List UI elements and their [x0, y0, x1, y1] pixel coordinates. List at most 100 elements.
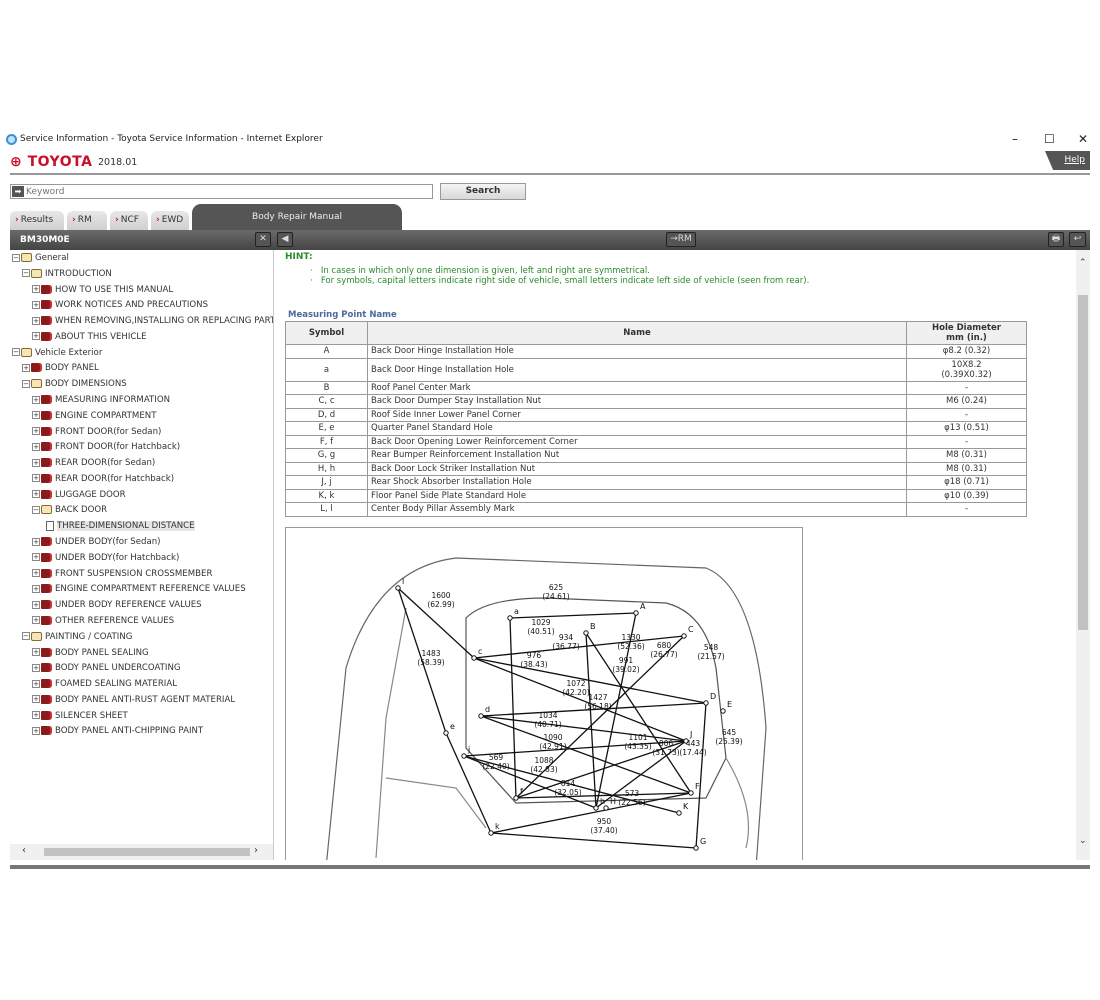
collapse-icon[interactable]: −	[12, 253, 20, 262]
to-rm-button[interactable]: →RM	[666, 232, 696, 247]
tree-item[interactable]: + MEASURING INFORMATION	[32, 393, 170, 408]
tree-item[interactable]: + LUGGAGE DOOR	[32, 488, 126, 503]
scroll-left-icon[interactable]: ‹	[22, 845, 26, 856]
book-closed-icon	[41, 584, 52, 594]
close-panel-button[interactable]: ✕	[255, 232, 271, 247]
tree-item[interactable]: + OTHER REFERENCE VALUES	[32, 614, 174, 629]
symbol-cell: E, e	[285, 421, 368, 436]
tree-item[interactable]: + UNDER BODY REFERENCE VALUES	[32, 598, 202, 613]
expand-icon[interactable]: +	[32, 427, 40, 436]
expand-icon[interactable]: +	[32, 458, 40, 467]
tree-item[interactable]: + REAR DOOR(for Sedan)	[32, 456, 155, 471]
expand-icon[interactable]: +	[32, 285, 40, 294]
content-vertical-scrollbar[interactable]: ⌃ ⌄	[1076, 250, 1090, 860]
expand-icon[interactable]: +	[32, 490, 40, 499]
expand-icon[interactable]: +	[32, 332, 40, 341]
tree-item[interactable]: + BODY PANEL UNDERCOATING	[32, 661, 181, 676]
expand-icon[interactable]: +	[32, 600, 40, 609]
tree-item[interactable]: THREE-DIMENSIONAL DISTANCE	[42, 519, 195, 534]
book-open-icon	[31, 631, 42, 641]
expand-icon[interactable]: +	[32, 553, 40, 562]
expand-icon[interactable]: +	[32, 411, 40, 420]
expand-icon[interactable]: +	[32, 695, 40, 704]
print-button[interactable]: 🖶	[1048, 232, 1064, 247]
tree-item[interactable]: + SILENCER SHEET	[32, 709, 128, 724]
scrollbar-thumb[interactable]	[1078, 295, 1088, 630]
minimize-button[interactable]: –	[1012, 132, 1018, 146]
keyword-search-field[interactable]: ➡	[10, 184, 433, 199]
tree-item[interactable]: + FOAMED SEALING MATERIAL	[32, 677, 177, 692]
maximize-button[interactable]: ☐	[1044, 132, 1055, 146]
collapse-icon[interactable]: −	[32, 505, 40, 514]
expand-icon[interactable]: +	[32, 316, 40, 325]
scroll-down-icon[interactable]: ⌄	[1079, 836, 1087, 846]
tree-item[interactable]: − BACK DOOR	[32, 503, 107, 518]
tree-item[interactable]: − General	[12, 251, 69, 266]
expand-icon[interactable]: +	[22, 363, 30, 372]
tab-results[interactable]: › Results	[10, 211, 64, 230]
tree-horizontal-scrollbar[interactable]: ‹ ›	[10, 844, 273, 860]
tree-item[interactable]: + ENGINE COMPARTMENT	[32, 409, 156, 424]
pane-splitter[interactable]	[273, 250, 279, 860]
tree-item[interactable]: + BODY PANEL SEALING	[32, 646, 149, 661]
scroll-up-icon[interactable]: ⌃	[1079, 258, 1087, 268]
tree-item-label: SILENCER SHEET	[55, 710, 128, 721]
chevron-right-icon: ›	[15, 215, 19, 225]
tree-item[interactable]: + ABOUT THIS VEHICLE	[32, 330, 147, 345]
close-window-button[interactable]: ✕	[1078, 132, 1088, 146]
expand-icon[interactable]: +	[32, 616, 40, 625]
tree-item[interactable]: + BODY PANEL	[22, 361, 99, 376]
tab-ewd[interactable]: › EWD	[151, 211, 189, 230]
book-closed-icon	[41, 458, 52, 468]
collapse-panel-button[interactable]: ◀	[277, 232, 293, 247]
scroll-right-icon[interactable]: ›	[254, 845, 258, 856]
expand-icon[interactable]: +	[32, 569, 40, 578]
expand-icon[interactable]: +	[32, 679, 40, 688]
tab-ncf[interactable]: › NCF	[110, 211, 148, 230]
collapse-icon[interactable]: −	[22, 379, 30, 388]
table-row: G, g Rear Bumper Reinforcement Installati…	[285, 448, 1027, 463]
expand-icon[interactable]: +	[32, 726, 40, 735]
tree-item[interactable]: + BODY PANEL ANTI-CHIPPING PAINT	[32, 724, 203, 739]
expand-icon[interactable]: +	[32, 663, 40, 672]
tree-item[interactable]: + UNDER BODY(for Sedan)	[32, 535, 161, 550]
expand-icon[interactable]: +	[32, 395, 40, 404]
return-button[interactable]: ↩	[1069, 232, 1086, 247]
book-closed-icon	[41, 473, 52, 483]
help-link[interactable]: Help	[1045, 151, 1090, 170]
collapse-icon[interactable]: −	[12, 348, 20, 357]
tree-item[interactable]: − BODY DIMENSIONS	[22, 377, 127, 392]
hole-diameter-cell: -	[906, 407, 1027, 422]
tree-item[interactable]: + WORK NOTICES AND PRECAUTIONS	[32, 298, 208, 313]
search-button[interactable]: Search	[440, 183, 526, 200]
expand-icon[interactable]: +	[32, 711, 40, 720]
tree-item[interactable]: + BODY PANEL ANTI-RUST AGENT MATERIAL	[32, 693, 235, 708]
tree-item[interactable]: + FRONT DOOR(for Sedan)	[32, 425, 161, 440]
expand-icon[interactable]: +	[32, 584, 40, 593]
tree-item[interactable]: + WHEN REMOVING,INSTALLING OR REPLACING P…	[32, 314, 273, 329]
tree-item[interactable]: − INTRODUCTION	[22, 267, 112, 282]
tree-item[interactable]: − PAINTING / COATING	[22, 630, 132, 645]
expand-icon[interactable]: +	[32, 300, 40, 309]
tree-item[interactable]: + FRONT SUSPENSION CROSSMEMBER	[32, 567, 212, 582]
name-cell: Rear Bumper Reinforcement Installation N…	[367, 448, 907, 463]
tab-body-repair-manual[interactable]: Body Repair Manual	[192, 204, 402, 230]
keyword-input[interactable]	[26, 185, 426, 198]
tree-item[interactable]: + FRONT DOOR(for Hatchback)	[32, 440, 180, 455]
tree-item[interactable]: + REAR DOOR(for Hatchback)	[32, 472, 174, 487]
tree-item[interactable]: + UNDER BODY(for Hatchback)	[32, 551, 179, 566]
expand-icon[interactable]: +	[32, 648, 40, 656]
tab-rm[interactable]: › RM	[67, 211, 107, 230]
scrollbar-thumb[interactable]	[44, 848, 250, 856]
tree-item-label: OTHER REFERENCE VALUES	[55, 615, 175, 626]
tree-item[interactable]: − Vehicle Exterior	[12, 346, 102, 361]
measuring-point	[461, 753, 467, 759]
tree-item[interactable]: + HOW TO USE THIS MANUAL	[32, 283, 173, 298]
expand-icon[interactable]: +	[32, 474, 40, 483]
name-cell: Back Door Hinge Installation Hole	[367, 344, 907, 359]
expand-icon[interactable]: +	[32, 537, 40, 546]
collapse-icon[interactable]: −	[22, 632, 30, 641]
tree-item[interactable]: + ENGINE COMPARTMENT REFERENCE VALUES	[32, 582, 246, 597]
expand-icon[interactable]: +	[32, 442, 40, 451]
collapse-icon[interactable]: −	[22, 269, 30, 278]
